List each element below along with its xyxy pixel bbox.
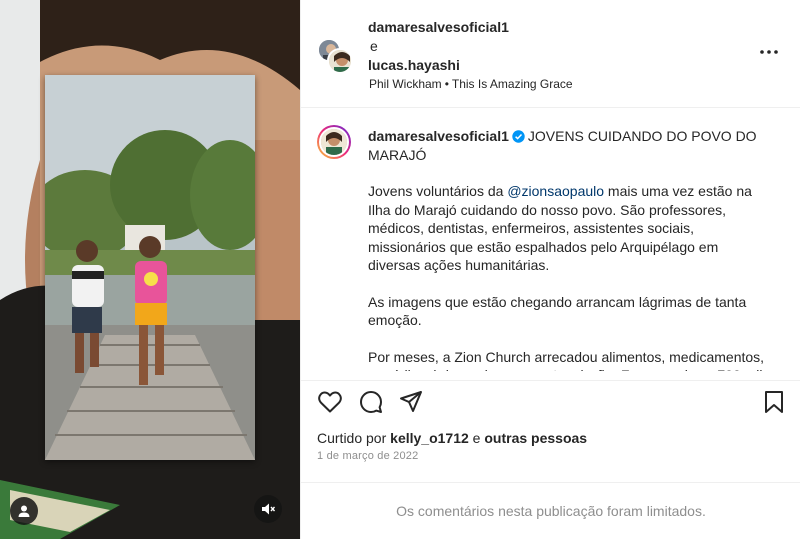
mention-link[interactable]: @zionsaopaulo	[507, 183, 604, 199]
liked-by-others[interactable]: outras pessoas	[484, 430, 587, 446]
caption-paragraph-1: Jovens voluntários da @zionsaopaulo mais…	[368, 182, 768, 275]
action-bar	[301, 380, 800, 420]
post-details-panel: damaresalvesoficial1 e lucas.hayashi Phi…	[300, 0, 800, 539]
user-tags-button[interactable]	[10, 497, 38, 525]
caption-text: damaresalvesoficial1 JOVENS CUIDANDO DO P…	[368, 127, 768, 371]
comment-icon	[360, 391, 382, 413]
send-icon	[400, 391, 422, 412]
audio-attribution[interactable]: Phil Wickham • This Is Amazing Grace	[369, 77, 573, 91]
caption-first-line: damaresalvesoficial1 JOVENS CUIDANDO DO P…	[368, 127, 768, 164]
bookmark-icon	[765, 391, 783, 413]
collab-conjunction: e	[370, 38, 378, 54]
comment-button[interactable]	[358, 389, 384, 415]
liked-by-middle: e	[472, 430, 481, 446]
collab-avatars[interactable]	[317, 38, 353, 74]
user-tag-icon	[18, 505, 30, 517]
verified-badge-icon	[512, 130, 525, 143]
audio-separator: •	[444, 77, 449, 91]
post-date[interactable]: 1 de março de 2022	[317, 450, 418, 462]
owner-username-2[interactable]: lucas.hayashi	[368, 57, 460, 73]
audio-track: This Is Amazing Grace	[451, 77, 573, 91]
liked-by-prefix: Curtido por	[317, 430, 387, 446]
heart-icon	[318, 391, 342, 413]
comments-limited-message: Os comentários nesta publicação foram li…	[396, 503, 706, 519]
liked-by: Curtido por kelly_o1712 e outras pessoas	[317, 430, 587, 446]
save-button[interactable]	[761, 389, 787, 415]
caption-paragraph-2: As imagens que estão chegando arrancam l…	[368, 293, 747, 329]
caption-username[interactable]: damaresalvesoficial1	[368, 128, 509, 144]
mute-button[interactable]	[254, 495, 282, 523]
post-media[interactable]	[0, 0, 300, 539]
owner-username-1[interactable]: damaresalvesoficial1	[368, 19, 509, 35]
caption-scroll-area[interactable]: damaresalvesoficial1 JOVENS CUIDANDO DO P…	[301, 109, 800, 371]
comments-section: Os comentários nesta publicação foram li…	[301, 482, 800, 539]
like-button[interactable]	[317, 389, 343, 415]
post-header: damaresalvesoficial1 e lucas.hayashi Phi…	[301, 0, 800, 108]
liked-by-user[interactable]: kelly_o1712	[390, 430, 469, 446]
speaker-muted-icon	[262, 503, 275, 515]
more-options-button[interactable]	[757, 44, 781, 60]
photo-children-on-pier	[45, 75, 255, 460]
more-horizontal-icon	[760, 50, 778, 54]
share-button[interactable]	[398, 389, 424, 415]
caption-avatar[interactable]	[317, 125, 351, 159]
audio-artist: Phil Wickham	[369, 77, 442, 91]
avatar-damaresalvesoficial1	[327, 48, 353, 74]
inset-photo	[45, 75, 255, 460]
caption-p1-before: Jovens voluntários da	[368, 183, 508, 199]
caption-paragraph-3: Por meses, a Zion Church arrecadou alime…	[368, 348, 765, 372]
